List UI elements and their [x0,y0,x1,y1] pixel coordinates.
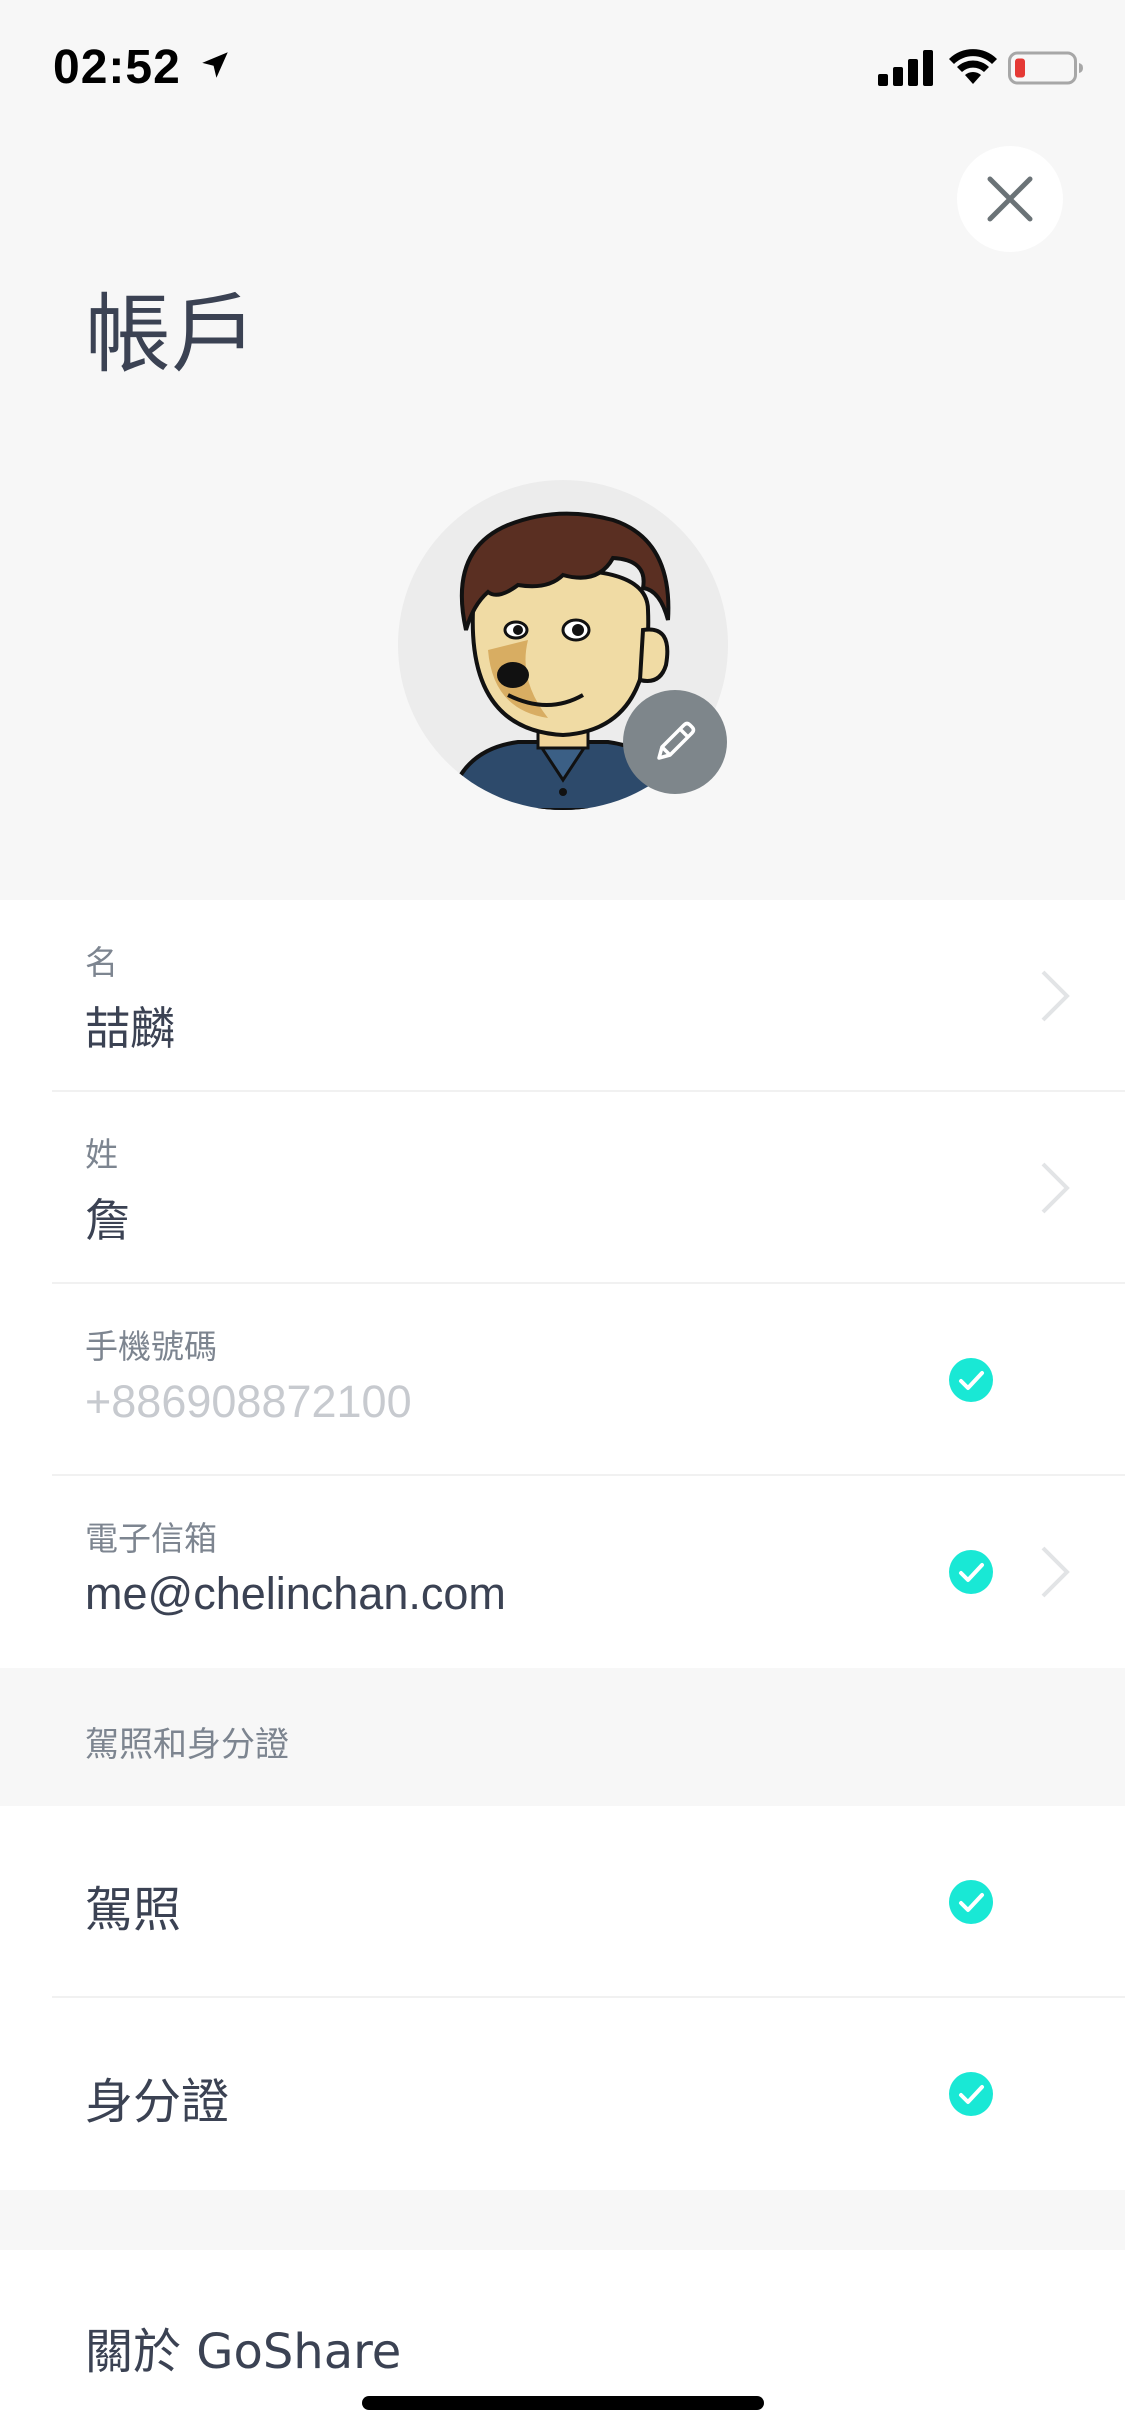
battery-low-icon [1008,51,1083,85]
verified-check-icon [949,1880,993,1924]
chevron-right-icon [1041,1162,1070,1214]
documents-section: 駕照 身分證 [0,1806,1125,2190]
documents-section-header: 駕照和身分證 [85,1725,289,1765]
verified-check-icon [949,2072,993,2116]
wifi-icon [949,49,997,84]
id-card-label: 身分證 [85,2074,230,2130]
account-screen: 02:52 帳戶 名 喆麟 姓 詹 手機號碼 +886908872100 電子信… [0,0,1125,2436]
last-name-label: 姓 [85,1135,118,1174]
last-name-value: 詹 [85,1194,131,1247]
chevron-right-icon [1041,1546,1070,1598]
close-button[interactable] [957,146,1063,252]
pencil-icon [657,721,696,760]
email-value: me@chelinchan.com [85,1568,506,1619]
first-name-label: 名 [85,943,118,982]
driver-license-row[interactable]: 駕照 [0,1806,1125,1998]
home-indicator[interactable] [362,2396,764,2410]
edit-avatar-button[interactable] [623,690,727,794]
verified-check-icon [949,1550,993,1594]
close-icon [987,176,1033,222]
first-name-value: 喆麟 [85,1002,176,1055]
phone-row: 手機號碼 +886908872100 [0,1284,1125,1476]
page-title: 帳戶 [85,285,257,385]
phone-label: 手機號碼 [85,1327,217,1366]
cellular-signal-icon [878,50,933,86]
phone-value: +886908872100 [85,1376,412,1427]
email-label: 電子信箱 [85,1519,217,1558]
chevron-right-icon [1041,970,1070,1022]
about-label: 關於 GoShare [85,2324,402,2380]
driver-license-label: 駕照 [85,1882,182,1938]
status-bar: 02:52 [0,0,1125,132]
email-row[interactable]: 電子信箱 me@chelinchan.com [0,1476,1125,1668]
status-time: 02:52 [53,41,181,94]
verified-check-icon [949,1358,993,1402]
account-fields-section: 名 喆麟 姓 詹 手機號碼 +886908872100 電子信箱 me@chel… [0,900,1125,1668]
id-card-row[interactable]: 身分證 [0,1998,1125,2190]
location-arrow-icon [202,52,228,78]
last-name-row[interactable]: 姓 詹 [0,1092,1125,1284]
first-name-row[interactable]: 名 喆麟 [0,900,1125,1092]
